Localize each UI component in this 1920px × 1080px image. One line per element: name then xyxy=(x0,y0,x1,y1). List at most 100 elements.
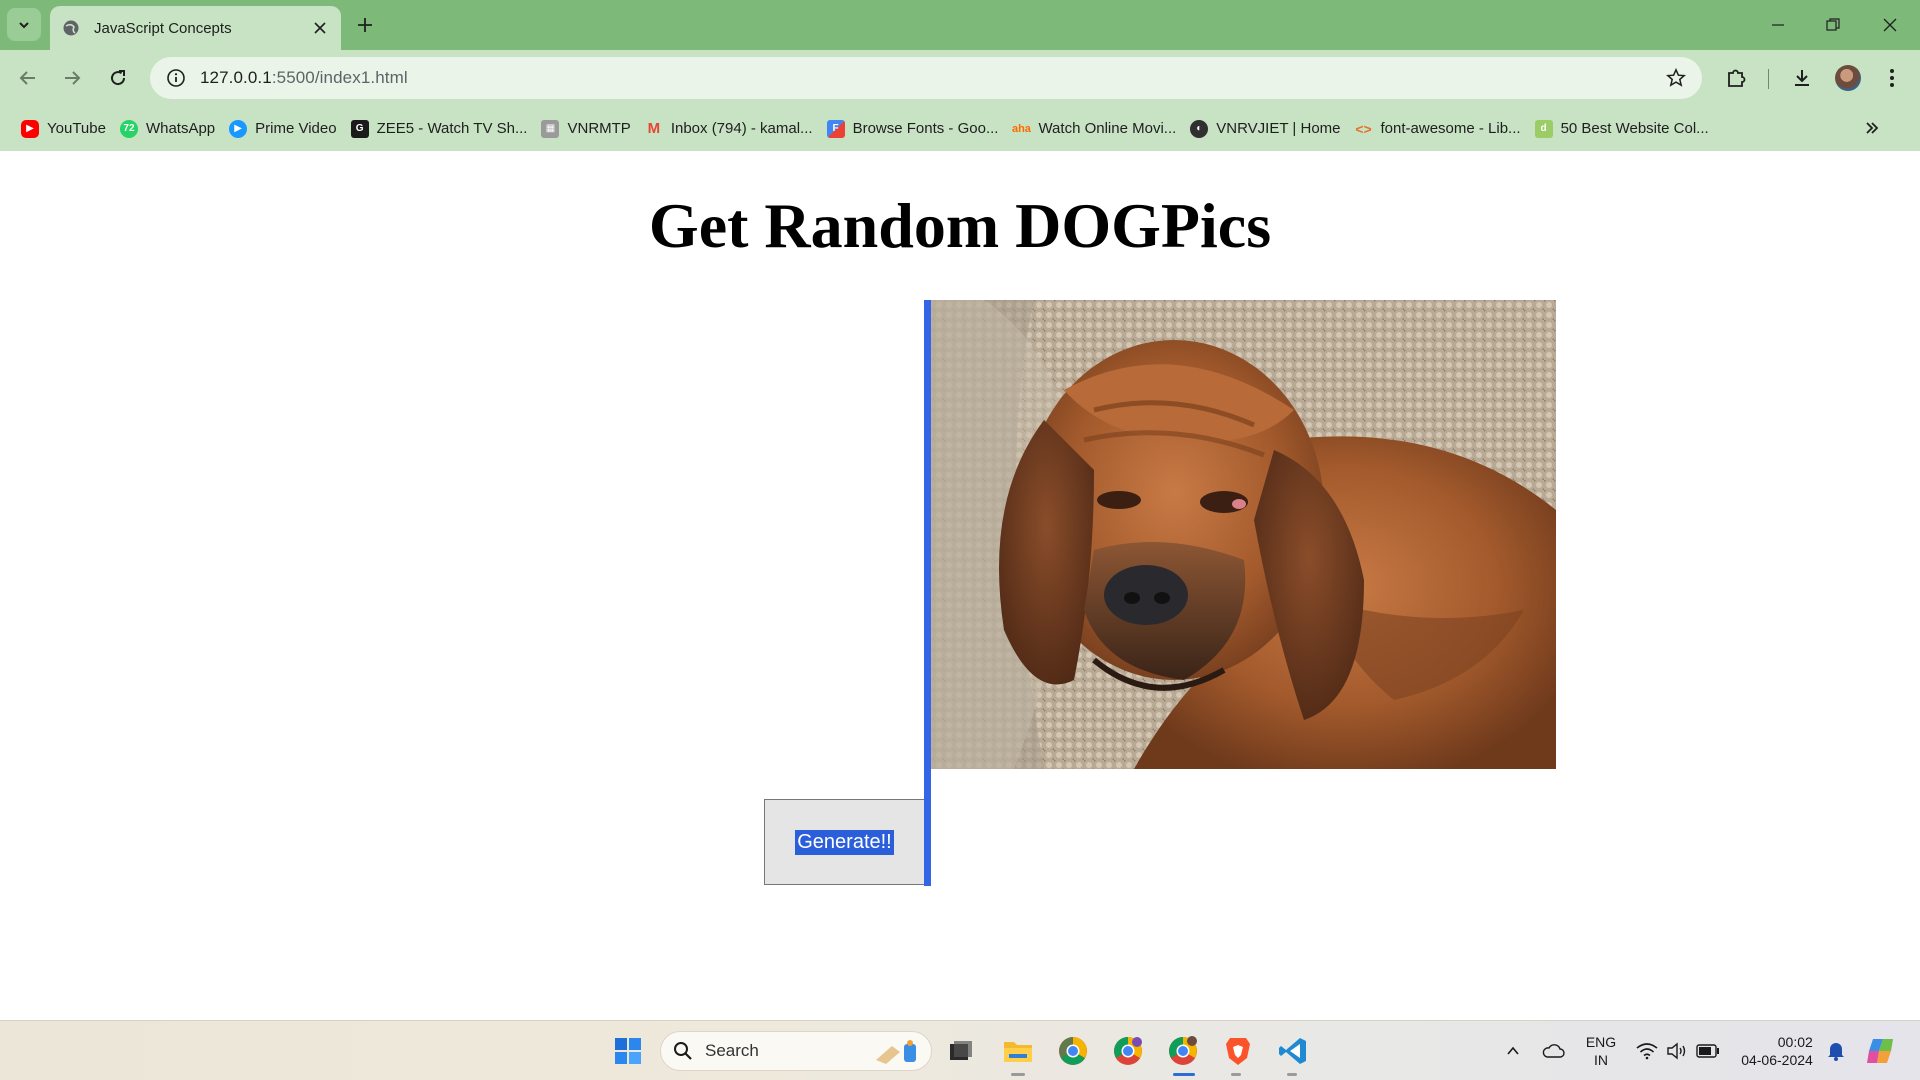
url-path: :5500/index1.html xyxy=(271,68,408,87)
zee5-icon: G xyxy=(350,119,369,138)
copilot-icon xyxy=(1867,1039,1893,1063)
new-tab-button[interactable] xyxy=(352,12,378,38)
profile-avatar[interactable] xyxy=(1835,65,1861,91)
plus-icon xyxy=(358,18,372,32)
chrome-profile-icon xyxy=(1114,1037,1142,1065)
bookmark-font-awesome[interactable]: <> font-awesome - Lib... xyxy=(1348,113,1528,145)
chrome-active-icon xyxy=(1169,1036,1197,1065)
bookmark-label: Watch Online Movi... xyxy=(1038,120,1177,137)
bookmark-label: Prime Video xyxy=(255,120,337,137)
bookmark-label: VNRVJIET | Home xyxy=(1216,120,1341,137)
forward-button[interactable] xyxy=(54,60,90,96)
restore-button[interactable] xyxy=(1813,8,1853,42)
d-icon: d xyxy=(1534,119,1553,138)
vscode-button[interactable] xyxy=(1275,1033,1311,1069)
volume-button[interactable] xyxy=(1664,1021,1690,1080)
vscode-icon xyxy=(1279,1038,1306,1064)
file-explorer-button[interactable] xyxy=(1000,1033,1036,1069)
url-host: 127.0.0.1 xyxy=(200,68,272,87)
bookmark-vnrvjiet[interactable]: ◐ VNRVJIET | Home xyxy=(1183,113,1347,145)
bookmark-aha[interactable]: aha Watch Online Movi... xyxy=(1005,113,1183,145)
bookmark-prime-video[interactable]: ▶ Prime Video xyxy=(222,113,343,145)
tray-overflow-button[interactable] xyxy=(1500,1021,1526,1080)
site-info-icon[interactable] xyxy=(164,66,188,90)
search-icon xyxy=(674,1042,692,1060)
chevron-up-icon xyxy=(1507,1046,1519,1055)
arrow-right-icon xyxy=(65,71,81,85)
taskbar-search[interactable]: Search xyxy=(660,1031,932,1071)
close-window-button[interactable] xyxy=(1870,8,1910,42)
running-indicator xyxy=(1011,1073,1025,1076)
bookmark-label: Inbox (794) - kamal... xyxy=(670,120,813,137)
bell-icon xyxy=(1828,1043,1844,1061)
globe-icon: ◐ xyxy=(1190,119,1209,138)
bookmark-label: 50 Best Website Col... xyxy=(1560,120,1709,137)
bookmark-label: YouTube xyxy=(47,120,106,137)
chrome-icon xyxy=(1059,1037,1087,1065)
close-icon xyxy=(1883,18,1897,32)
aha-icon: aha xyxy=(1011,122,1031,135)
clock[interactable]: 00:02 04-06-2024 xyxy=(1732,1021,1822,1080)
bookmark-label: Browse Fonts - Goo... xyxy=(852,120,999,137)
vnrmtp-icon: ▦ xyxy=(541,119,560,138)
prime-video-icon: ▶ xyxy=(229,119,248,138)
menu-button[interactable] xyxy=(1876,62,1908,94)
running-indicator xyxy=(1287,1073,1297,1076)
copilot-button[interactable] xyxy=(1862,1021,1898,1080)
minimize-button[interactable] xyxy=(1758,8,1798,42)
running-indicator xyxy=(1231,1073,1241,1076)
bookmark-gmail[interactable]: M Inbox (794) - kamal... xyxy=(638,113,820,145)
onedrive-button[interactable] xyxy=(1538,1021,1568,1080)
puzzle-icon xyxy=(1728,69,1746,87)
notifications-button[interactable] xyxy=(1822,1021,1850,1080)
task-view-button[interactable] xyxy=(943,1033,979,1069)
wifi-button[interactable] xyxy=(1634,1021,1660,1080)
downloads-button[interactable] xyxy=(1786,62,1818,94)
tab-search-button[interactable] xyxy=(7,8,41,41)
arrow-left-icon xyxy=(19,71,35,85)
extensions-button[interactable] xyxy=(1720,62,1752,94)
bookmark-label: VNRMTP xyxy=(567,120,631,137)
battery-icon xyxy=(1696,1044,1719,1058)
generate-button[interactable]: Generate!! xyxy=(764,799,924,885)
chevron-down-icon xyxy=(19,21,29,28)
youtube-icon: ▶ xyxy=(21,119,39,138)
address-bar[interactable]: 127.0.0.1:5500/index1.html xyxy=(150,57,1702,99)
bookmark-website-colors[interactable]: d 50 Best Website Col... xyxy=(1528,113,1716,145)
battery-button[interactable] xyxy=(1694,1021,1722,1080)
download-icon xyxy=(1795,70,1809,86)
bookmark-whatsapp[interactable]: 72 WhatsApp xyxy=(113,113,222,145)
language-indicator[interactable]: ENG IN xyxy=(1578,1021,1624,1080)
active-app-indicator xyxy=(1173,1073,1195,1076)
bookmarks-bar: ▶ YouTube 72 WhatsApp ▶ Prime Video G ZE… xyxy=(0,106,1920,151)
gmail-icon: M xyxy=(647,120,661,137)
search-highlight-icon xyxy=(871,1038,921,1066)
folder-icon xyxy=(1004,1042,1032,1062)
reload-button[interactable] xyxy=(100,60,136,96)
url-text: 127.0.0.1:5500/index1.html xyxy=(200,68,408,88)
globe-icon xyxy=(63,20,79,36)
bookmark-zee5[interactable]: G ZEE5 - Watch TV Sh... xyxy=(344,113,535,145)
restore-icon xyxy=(1826,18,1840,31)
bookmark-vnrmtp[interactable]: ▦ VNRMTP xyxy=(534,113,637,145)
whatsapp-icon: 72 xyxy=(119,119,138,138)
chrome-active-button[interactable] xyxy=(1165,1033,1201,1069)
page-content: Get Random DOGPics Generate!! xyxy=(0,151,1920,1020)
start-button[interactable] xyxy=(610,1033,646,1069)
browser-toolbar: 127.0.0.1:5500/index1.html xyxy=(0,50,1920,106)
bookmark-youtube[interactable]: ▶ YouTube xyxy=(14,113,113,145)
bookmark-star-icon[interactable] xyxy=(1664,66,1688,90)
bookmark-label: ZEE5 - Watch TV Sh... xyxy=(376,120,528,137)
chrome-profile-button[interactable] xyxy=(1110,1033,1146,1069)
back-button[interactable] xyxy=(10,60,46,96)
page-title: Get Random DOGPics xyxy=(648,190,1272,261)
selection-highlight-bar xyxy=(924,300,931,886)
chrome-button[interactable] xyxy=(1055,1033,1091,1069)
active-tab[interactable]: JavaScript Concepts xyxy=(50,6,341,50)
bookmark-google-fonts[interactable]: F Browse Fonts - Goo... xyxy=(820,113,1006,145)
chevron-double-right-icon xyxy=(1866,122,1879,134)
cloud-icon xyxy=(1542,1044,1565,1058)
more-bookmarks-button[interactable] xyxy=(1858,114,1886,142)
brave-button[interactable] xyxy=(1220,1033,1256,1069)
close-tab-icon[interactable] xyxy=(311,19,329,37)
